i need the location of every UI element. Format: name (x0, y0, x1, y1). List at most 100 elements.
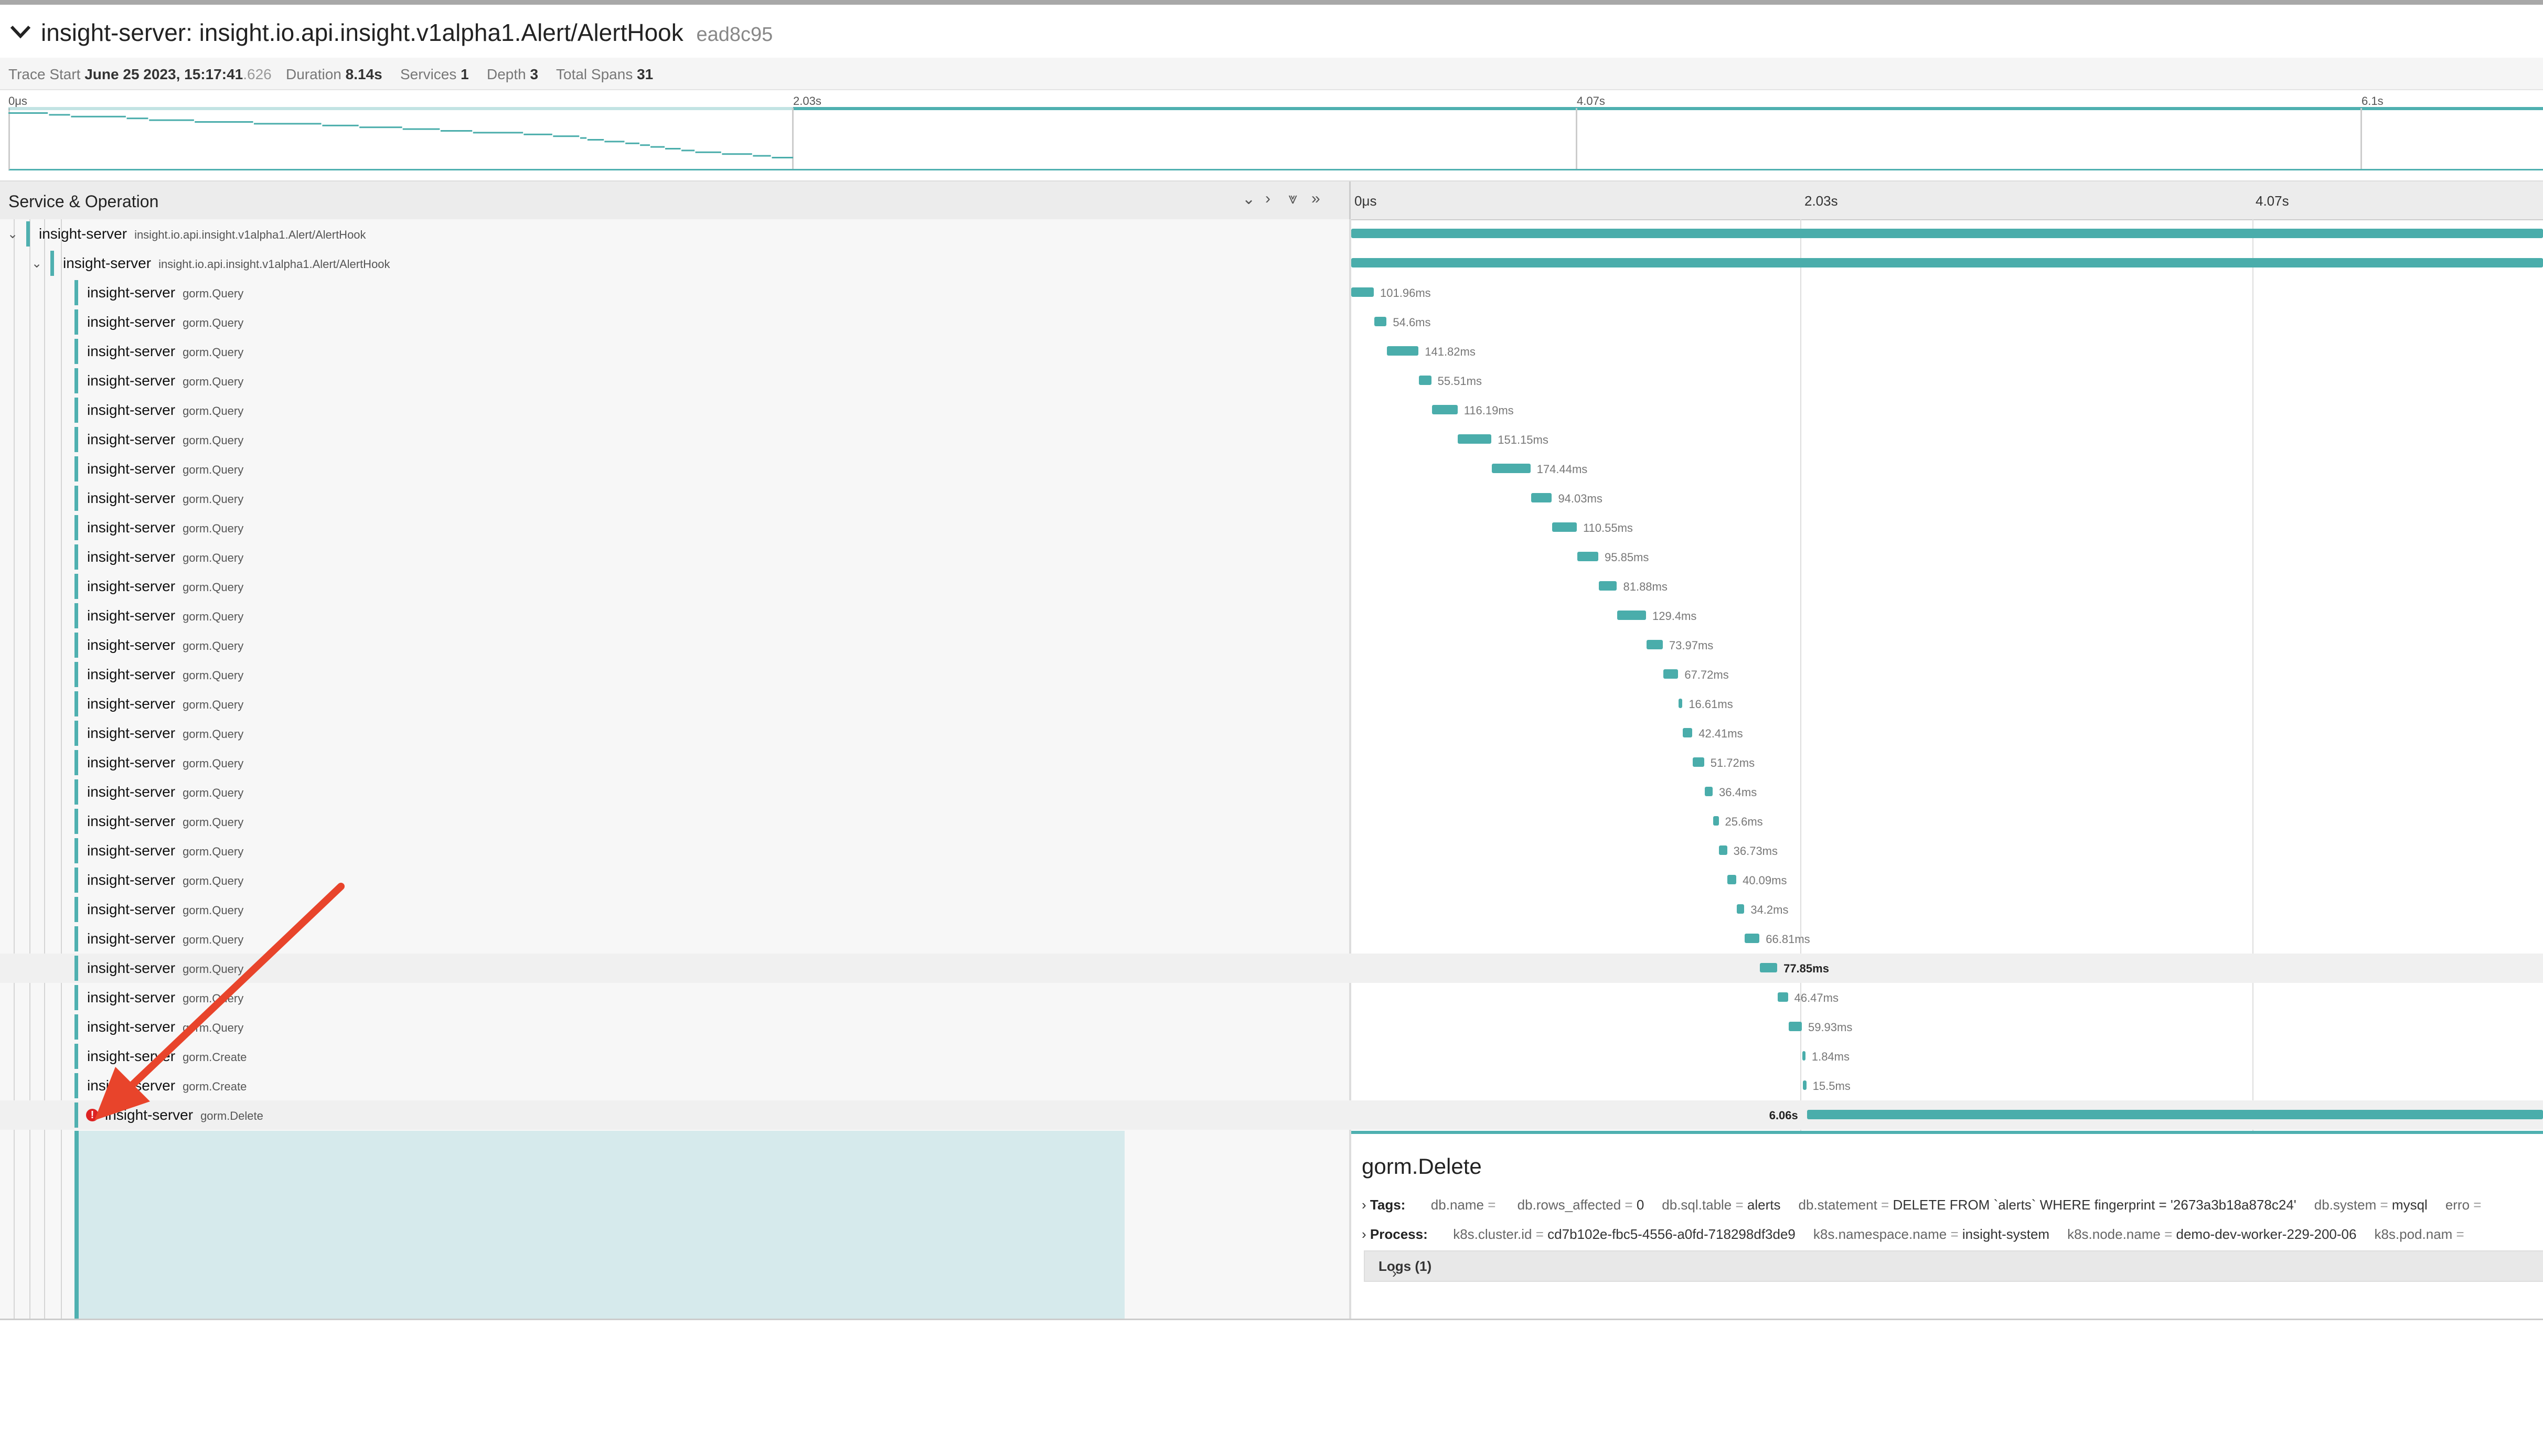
span-bar[interactable] (1351, 229, 2543, 238)
span-service-name[interactable]: insight-server insight.io.api.insight.v1a… (63, 255, 390, 272)
span-bar[interactable] (1692, 757, 1704, 767)
span-row[interactable]: insight-server gorm.Query 81.88ms (0, 572, 2543, 601)
collapse-one-icon[interactable]: ⌄ (1242, 190, 1255, 208)
span-service-name[interactable]: insight-server gorm.Query (87, 519, 243, 536)
span-service-name[interactable]: insight-server gorm.Query (87, 607, 243, 624)
span-service-name[interactable]: insight-server gorm.Query (87, 989, 243, 1006)
span-row[interactable]: insight-server gorm.Query 151.15ms (0, 425, 2543, 454)
span-bar[interactable] (1719, 845, 1727, 855)
span-service-name[interactable]: insight-server gorm.Query (87, 960, 243, 977)
span-row[interactable]: insight-server gorm.Query 174.44ms (0, 454, 2543, 484)
detail-tags-row[interactable]: › Tags: db.name = db.rows_affected = 0 db… (1362, 1197, 2499, 1213)
span-service-name[interactable]: insight-server gorm.Query (87, 872, 243, 888)
span-service-name[interactable]: insight-server gorm.Query (87, 578, 243, 595)
expand-one-icon[interactable]: › (1265, 190, 1270, 208)
span-bar[interactable] (1713, 816, 1719, 826)
span-bar[interactable] (1419, 376, 1431, 385)
span-service-name[interactable]: insight-server gorm.Query (87, 930, 243, 947)
span-row[interactable]: insight-server gorm.Query 77.85ms (0, 954, 2543, 983)
span-row[interactable]: insight-server gorm.Query 25.6ms (0, 807, 2543, 836)
span-row[interactable]: insight-server gorm.Query 66.81ms (0, 924, 2543, 954)
span-bar[interactable] (1736, 904, 1745, 914)
span-bar[interactable] (1727, 875, 1737, 884)
span-row[interactable]: insight-server gorm.Query 116.19ms (0, 395, 2543, 425)
span-row[interactable]: insight-server gorm.Query 95.85ms (0, 542, 2543, 572)
span-bar[interactable] (1374, 317, 1387, 326)
span-bar[interactable] (1387, 346, 1419, 356)
span-bar[interactable] (1351, 258, 2543, 267)
span-service-name[interactable]: insight-server gorm.Query (87, 784, 243, 800)
span-bar[interactable] (1802, 1051, 1805, 1061)
span-row[interactable]: insight-server gorm.Query 129.4ms (0, 601, 2543, 630)
span-service-name[interactable]: insight-server gorm.Query (87, 431, 243, 448)
chevron-right-icon[interactable]: › (1392, 1265, 1397, 1281)
span-row[interactable]: insight-server gorm.Query 54.6ms (0, 307, 2543, 337)
span-row[interactable]: ⌄ insight-server insight.io.api.insight.v1… (0, 249, 2543, 278)
span-row[interactable]: insight-server gorm.Query 110.55ms (0, 513, 2543, 542)
span-service-name[interactable]: insight-server gorm.Query (87, 754, 243, 771)
span-bar[interactable] (1788, 1022, 1802, 1031)
span-row[interactable]: insight-server gorm.Query 46.47ms (0, 983, 2543, 1012)
span-bar[interactable] (1351, 287, 1374, 297)
span-service-name[interactable]: insight-server gorm.Query (87, 343, 243, 360)
span-service-name[interactable]: insight-server gorm.Create (87, 1048, 247, 1065)
span-service-name[interactable]: insight-server gorm.Create (87, 1077, 247, 1094)
span-row[interactable]: ! insight-server gorm.Delete 6.06s (0, 1100, 2543, 1130)
span-service-name[interactable]: insight-server insight.io.api.insight.v1a… (39, 226, 366, 242)
span-bar[interactable] (1598, 581, 1617, 591)
span-bar[interactable] (1679, 699, 1683, 708)
span-row[interactable]: insight-server gorm.Query 42.41ms (0, 719, 2543, 748)
chevron-down-icon[interactable] (8, 19, 33, 44)
span-row[interactable]: ⌄ insight-server insight.io.api.insight.v1… (0, 219, 2543, 249)
span-bar[interactable] (1663, 669, 1679, 679)
span-bar[interactable] (1492, 464, 1531, 473)
span-row[interactable]: insight-server gorm.Query 34.2ms (0, 895, 2543, 924)
span-service-name[interactable]: insight-server gorm.Query (87, 637, 243, 654)
span-bar[interactable] (1683, 728, 1693, 737)
span-service-name[interactable]: insight-server gorm.Delete (105, 1107, 263, 1123)
span-bar[interactable] (1777, 992, 1788, 1002)
collapse-all-icon[interactable]: ⩔ (1288, 190, 1297, 208)
span-service-name[interactable]: insight-server gorm.Query (87, 549, 243, 565)
span-service-name[interactable]: insight-server gorm.Query (87, 695, 243, 712)
span-row[interactable]: insight-server gorm.Query 141.82ms (0, 337, 2543, 366)
span-row[interactable]: insight-server gorm.Query 101.96ms (0, 278, 2543, 307)
span-bar[interactable] (1431, 405, 1458, 414)
span-service-name[interactable]: insight-server gorm.Query (87, 1019, 243, 1035)
span-bar[interactable] (1803, 1080, 1807, 1090)
span-row[interactable]: insight-server gorm.Query 51.72ms (0, 748, 2543, 777)
trace-header[interactable]: insight-server: insight.io.api.insight.v… (0, 5, 2543, 58)
span-row[interactable]: insight-server gorm.Query 73.97ms (0, 630, 2543, 660)
chevron-right-icon[interactable]: › (1362, 1197, 1366, 1213)
span-toggle-icon[interactable]: ⌄ (31, 256, 42, 271)
logs-section[interactable]: › Logs (1) (1364, 1250, 2543, 1282)
span-row[interactable]: insight-server gorm.Query 59.93ms (0, 1012, 2543, 1042)
span-bar[interactable] (1531, 493, 1552, 502)
span-service-name[interactable]: insight-server gorm.Query (87, 284, 243, 301)
trace-minimap[interactable]: 0μs 2.03s 4.07s 6.1s (0, 90, 2543, 170)
span-row[interactable]: insight-server gorm.Query 67.72ms (0, 660, 2543, 689)
span-bar[interactable] (1807, 1110, 2543, 1119)
span-bar[interactable] (1745, 934, 1760, 943)
span-row[interactable]: insight-server gorm.Query 40.09ms (0, 865, 2543, 895)
span-bar[interactable] (1458, 434, 1492, 444)
span-row[interactable]: insight-server gorm.Query 55.51ms (0, 366, 2543, 395)
detail-process-row[interactable]: › Process: k8s.cluster.id = cd7b102e-fbc… (1362, 1226, 2482, 1243)
span-row[interactable]: insight-server gorm.Create 1.84ms (0, 1042, 2543, 1071)
span-service-name[interactable]: insight-server gorm.Query (87, 402, 243, 419)
span-bar[interactable] (1646, 640, 1663, 649)
span-bar[interactable] (1552, 522, 1577, 532)
span-bar[interactable] (1760, 963, 1778, 972)
span-bar[interactable] (1577, 552, 1598, 561)
span-row[interactable]: insight-server gorm.Query 94.03ms (0, 484, 2543, 513)
span-bar[interactable] (1617, 611, 1646, 620)
span-row[interactable]: insight-server gorm.Query 36.73ms (0, 836, 2543, 865)
span-service-name[interactable]: insight-server gorm.Query (87, 314, 243, 330)
span-service-name[interactable]: insight-server gorm.Query (87, 813, 243, 830)
span-row[interactable]: insight-server gorm.Create 15.5ms (0, 1071, 2543, 1100)
expand-all-icon[interactable]: » (1311, 190, 1320, 208)
span-service-name[interactable]: insight-server gorm.Query (87, 666, 243, 683)
span-row[interactable]: insight-server gorm.Query 36.4ms (0, 777, 2543, 807)
span-service-name[interactable]: insight-server gorm.Query (87, 725, 243, 742)
span-service-name[interactable]: insight-server gorm.Query (87, 901, 243, 918)
